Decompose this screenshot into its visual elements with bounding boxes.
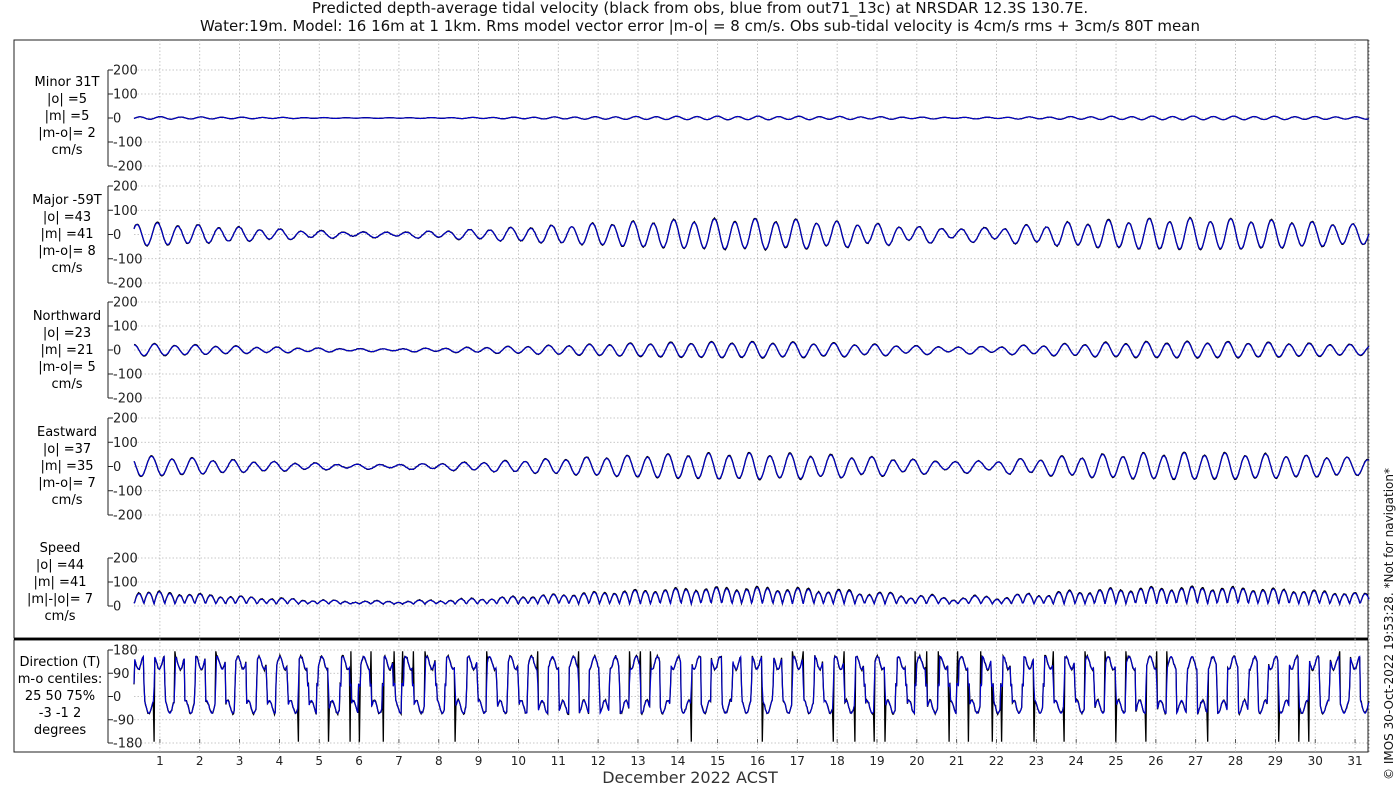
x-tick-label-3: 3 <box>236 754 244 768</box>
speed-label-line: |m|-|o|= 7 <box>26 592 94 607</box>
x-tick-label-4: 4 <box>276 754 284 768</box>
direction-label-line: -3 -1 2 <box>38 706 82 721</box>
east-y-tick-label: -200 <box>113 509 143 524</box>
x-tick-label-13: 13 <box>630 754 645 768</box>
east-label-line: |m| =35 <box>40 459 94 474</box>
direction-label-line: 25 50 75% <box>24 689 96 704</box>
minor-label-line: |m-o|= 2 <box>38 126 96 141</box>
minor-label-line: Minor 31T <box>34 75 100 90</box>
minor-label-line: |m| =5 <box>44 109 90 124</box>
major-label-line: Major -59T <box>32 193 102 208</box>
x-tick-label-19: 19 <box>869 754 884 768</box>
east-label-line: |o| =37 <box>42 442 92 457</box>
x-tick-label-20: 20 <box>909 754 924 768</box>
minor-y-tick-label: -200 <box>113 160 143 175</box>
x-axis-label: December 2022 ACST <box>602 768 778 787</box>
speed-panel-label: Speed |o| =44 |m| =41 |m|-|o|= 7 cm/s <box>0 540 120 625</box>
north-y-tick-label: -200 <box>113 392 143 407</box>
minor-label-line: cm/s <box>51 143 83 158</box>
east-panel-label: Eastward |o| =37 |m| =35 |m-o|= 7 cm/s <box>7 424 127 509</box>
credit-note: © IMOS 30-Oct-2022 19:53:28. *Not for na… <box>1382 468 1396 780</box>
x-tick-label-12: 12 <box>590 754 605 768</box>
x-tick-label-31: 31 <box>1347 754 1362 768</box>
speed-label-line: Speed <box>39 541 81 556</box>
x-tick-label-27: 27 <box>1188 754 1203 768</box>
east-label-line: cm/s <box>51 493 83 508</box>
x-tick-label-2: 2 <box>196 754 204 768</box>
x-tick-label-25: 25 <box>1108 754 1123 768</box>
direction-label-line: degrees <box>33 723 87 738</box>
north-label-line: |o| =23 <box>42 326 92 341</box>
x-tick-label-9: 9 <box>475 754 483 768</box>
direction-label-line: m-o centiles: <box>17 672 103 687</box>
x-tick-label-1: 1 <box>156 754 164 768</box>
major-panel-label: Major -59T |o| =43 |m| =41 |m-o|= 8 cm/s <box>7 192 127 277</box>
x-tick-label-15: 15 <box>710 754 725 768</box>
upper-frame <box>13 39 1369 639</box>
x-tick-label-28: 28 <box>1228 754 1243 768</box>
east-label-line: Eastward <box>36 425 98 440</box>
x-tick-label-24: 24 <box>1069 754 1084 768</box>
north-label-line: cm/s <box>51 377 83 392</box>
x-tick-label-5: 5 <box>315 754 323 768</box>
x-tick-label-30: 30 <box>1308 754 1323 768</box>
direction-panel-label: Direction (T) m-o centiles: 25 50 75% -3 -1… <box>0 654 120 739</box>
north-label-line: |m| =21 <box>40 343 94 358</box>
x-tick-label-21: 21 <box>949 754 964 768</box>
major-label-line: cm/s <box>51 261 83 276</box>
x-tick-label-26: 26 <box>1148 754 1163 768</box>
x-tick-label-22: 22 <box>989 754 1004 768</box>
x-tick-label-23: 23 <box>1029 754 1044 768</box>
x-tick-label-14: 14 <box>670 754 685 768</box>
speed-label-line: |m| =41 <box>33 575 87 590</box>
x-tick-label-6: 6 <box>355 754 363 768</box>
direction-label-line: Direction (T) <box>19 655 101 670</box>
x-tick-label-10: 10 <box>511 754 526 768</box>
speed-label-line: |o| =44 <box>35 558 85 573</box>
minor-label-line: |o| =5 <box>46 92 87 107</box>
x-tick-label-7: 7 <box>395 754 403 768</box>
north-label-line: Northward <box>32 309 102 324</box>
east-label-line: |m-o|= 7 <box>38 476 96 491</box>
x-tick-label-16: 16 <box>750 754 765 768</box>
north-label-line: |m-o|= 5 <box>38 360 96 375</box>
major-y-tick-label: -200 <box>113 277 143 292</box>
x-tick-label-18: 18 <box>830 754 845 768</box>
major-label-line: |m| =41 <box>40 227 94 242</box>
major-label-line: |o| =43 <box>42 210 92 225</box>
x-tick-label-17: 17 <box>790 754 805 768</box>
tidal-velocity-figure: 1 2 3 4 5 6 7 8 9 10 11 12 13 14 15 16 17 18 19 20 21 22 23 24 2… <box>13 39 1370 768</box>
minor-panel-label: Minor 31T |o| =5 |m| =5 |m-o|= 2 cm/s <box>7 74 127 159</box>
x-tick-label-29: 29 <box>1268 754 1283 768</box>
major-label-line: |m-o|= 8 <box>38 244 96 259</box>
north-panel-label: Northward |o| =23 |m| =21 |m-o|= 5 cm/s <box>7 308 127 393</box>
x-tick-label-11: 11 <box>551 754 566 768</box>
speed-label-line: cm/s <box>44 609 76 624</box>
x-tick-label-8: 8 <box>435 754 443 768</box>
